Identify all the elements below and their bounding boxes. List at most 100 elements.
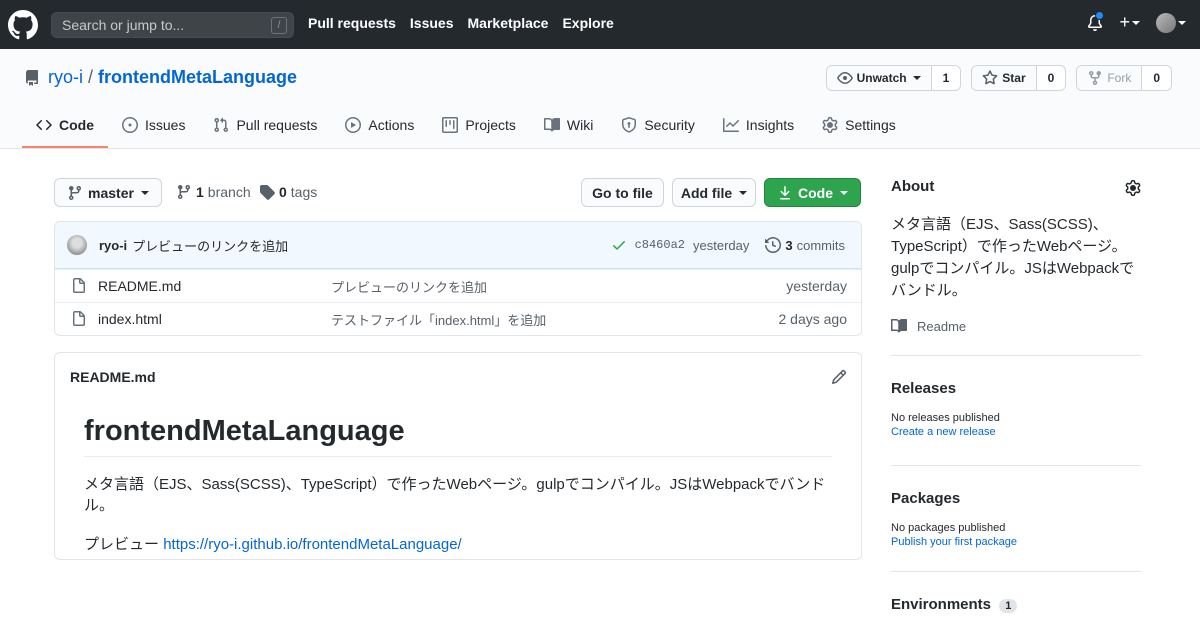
tab-insights-label: Insights xyxy=(745,117,795,133)
sidebar: About メタ言語（EJS、Sass(SCSS)、TypeScript）で作っ… xyxy=(891,178,1141,613)
shield-icon xyxy=(622,117,637,133)
pencil-icon[interactable] xyxy=(831,369,847,385)
tab-code-label: Code xyxy=(59,117,94,133)
avatar[interactable] xyxy=(67,235,87,255)
add-file-label: Add file xyxy=(680,184,733,201)
notifications-bell-icon[interactable] xyxy=(1087,10,1105,31)
branch-count: 1 xyxy=(196,184,204,200)
releases-title[interactable]: Releases xyxy=(891,380,1141,397)
tab-projects[interactable]: Projects xyxy=(428,104,530,148)
tab-security-label: Security xyxy=(644,117,695,133)
chevron-down-icon xyxy=(1132,20,1140,25)
tab-actions-label: Actions xyxy=(368,117,415,133)
repo-tabs: Code Issues Pull requests Actions Projec… xyxy=(22,104,910,148)
top-nav: Pull requests Issues Marketplace Explore xyxy=(308,15,614,31)
readme-sidebar-link[interactable]: Readme xyxy=(891,318,1141,334)
header-actions: + xyxy=(1087,10,1186,33)
add-file-button[interactable]: Add file xyxy=(672,178,756,207)
code-button-label: Code xyxy=(798,184,833,201)
watch-count[interactable]: 1 xyxy=(931,66,961,90)
star-button[interactable]: Star xyxy=(972,66,1037,90)
environments-title: Environments xyxy=(891,596,992,613)
slash-shortcut-key: / xyxy=(271,17,287,34)
tab-settings[interactable]: Settings xyxy=(808,104,910,148)
unwatch-label: Unwatch xyxy=(856,71,907,85)
branches-link[interactable]: 1 branch xyxy=(176,184,251,200)
go-to-file-button[interactable]: Go to file xyxy=(581,178,664,207)
star-label: Star xyxy=(1002,71,1026,85)
publish-package-link[interactable]: Publish your first package xyxy=(891,536,1141,548)
readme-preview: プレビュー https://ryo-i.github.io/frontendMe… xyxy=(84,533,832,554)
tags-link[interactable]: 0 tags xyxy=(259,184,317,200)
commit-sha[interactable]: c8460a2 xyxy=(635,238,685,252)
star-count[interactable]: 0 xyxy=(1036,66,1066,90)
star-icon xyxy=(982,70,998,85)
about-header: About xyxy=(891,178,1141,200)
commits-link[interactable]: 3 commits xyxy=(765,237,845,253)
tab-issues[interactable]: Issues xyxy=(108,104,199,148)
nav-marketplace[interactable]: Marketplace xyxy=(468,15,549,31)
main-content: master 1 branch 0 tags Go to file Add fi… xyxy=(54,178,862,560)
tab-insights[interactable]: Insights xyxy=(709,104,808,148)
readme-body: frontendMetaLanguage メタ言語（EJS、Sass(SCSS)… xyxy=(55,401,861,586)
gear-icon[interactable] xyxy=(1125,180,1141,196)
nav-explore[interactable]: Explore xyxy=(562,15,613,31)
commit-meta: c8460a2 yesterday 3 commits xyxy=(611,237,845,253)
environments-count-badge: 1 xyxy=(999,599,1018,613)
code-icon xyxy=(36,119,52,131)
tab-code[interactable]: Code xyxy=(22,104,108,148)
readme-sidebar-label: Readme xyxy=(917,318,967,334)
graph-icon xyxy=(722,118,739,132)
packages-section: Packages No packages published Publish y… xyxy=(891,466,1141,548)
tab-wiki[interactable]: Wiki xyxy=(530,104,607,148)
environments-header[interactable]: Environments 1 xyxy=(891,596,1141,613)
repo-name-link[interactable]: frontendMetaLanguage xyxy=(98,67,297,88)
fork-button-group: Fork 0 xyxy=(1076,65,1172,91)
tab-security[interactable]: Security xyxy=(607,104,709,148)
readme-box: README.md frontendMetaLanguage メタ言語（EJS、… xyxy=(54,352,862,560)
file-name-link[interactable]: index.html xyxy=(98,311,162,327)
packages-title[interactable]: Packages xyxy=(891,490,1141,507)
tab-actions[interactable]: Actions xyxy=(331,104,428,148)
tag-word: tags xyxy=(290,184,318,200)
file-commit-message[interactable]: テストファイル「index.html」を追加 xyxy=(331,310,546,329)
eye-icon xyxy=(836,72,853,84)
environments-section: Environments 1 xyxy=(891,572,1141,613)
chevron-down-icon xyxy=(739,190,748,195)
create-new-button[interactable]: + xyxy=(1119,12,1140,33)
chevron-down-icon xyxy=(1178,20,1186,25)
history-icon xyxy=(765,237,782,253)
github-logo-icon[interactable] xyxy=(8,10,38,40)
branch-select-button[interactable]: master xyxy=(54,178,162,207)
play-icon xyxy=(345,117,362,133)
fork-label: Fork xyxy=(1107,71,1132,85)
gear-icon xyxy=(822,117,838,133)
file-commit-message[interactable]: プレビューのリンクを追加 xyxy=(331,277,487,296)
search-input[interactable]: Search or jump to... / xyxy=(51,12,294,38)
commit-author[interactable]: ryo-i xyxy=(99,238,127,253)
unwatch-button[interactable]: Unwatch xyxy=(826,66,932,90)
fork-button[interactable]: Fork xyxy=(1077,66,1143,90)
file-toolbar: master 1 branch 0 tags Go to file Add fi… xyxy=(54,178,862,208)
readme-filename[interactable]: README.md xyxy=(70,369,156,385)
preview-label: プレビュー xyxy=(84,536,160,553)
about-title: About xyxy=(891,178,935,195)
commit-count: 3 xyxy=(785,237,793,253)
create-release-link[interactable]: Create a new release xyxy=(891,426,1141,438)
fork-count[interactable]: 0 xyxy=(1142,66,1171,90)
file-icon xyxy=(73,311,85,326)
tab-settings-label: Settings xyxy=(845,117,896,133)
packages-none-text: No packages published xyxy=(891,522,1006,534)
file-name-link[interactable]: README.md xyxy=(98,278,181,294)
nav-pull-requests[interactable]: Pull requests xyxy=(308,15,396,31)
tab-pull-requests[interactable]: Pull requests xyxy=(199,104,331,148)
branch-icon xyxy=(177,185,190,200)
tag-count: 0 xyxy=(279,184,287,200)
code-download-button[interactable]: Code xyxy=(764,178,861,207)
nav-issues[interactable]: Issues xyxy=(410,15,454,31)
preview-link[interactable]: https://ryo-i.github.io/frontendMetaLang… xyxy=(163,536,462,553)
repo-owner-link[interactable]: ryo-i xyxy=(48,67,83,88)
pull-request-icon xyxy=(214,117,229,133)
commit-message[interactable]: プレビューのリンクを追加 xyxy=(132,236,288,255)
user-menu[interactable] xyxy=(1156,12,1186,33)
